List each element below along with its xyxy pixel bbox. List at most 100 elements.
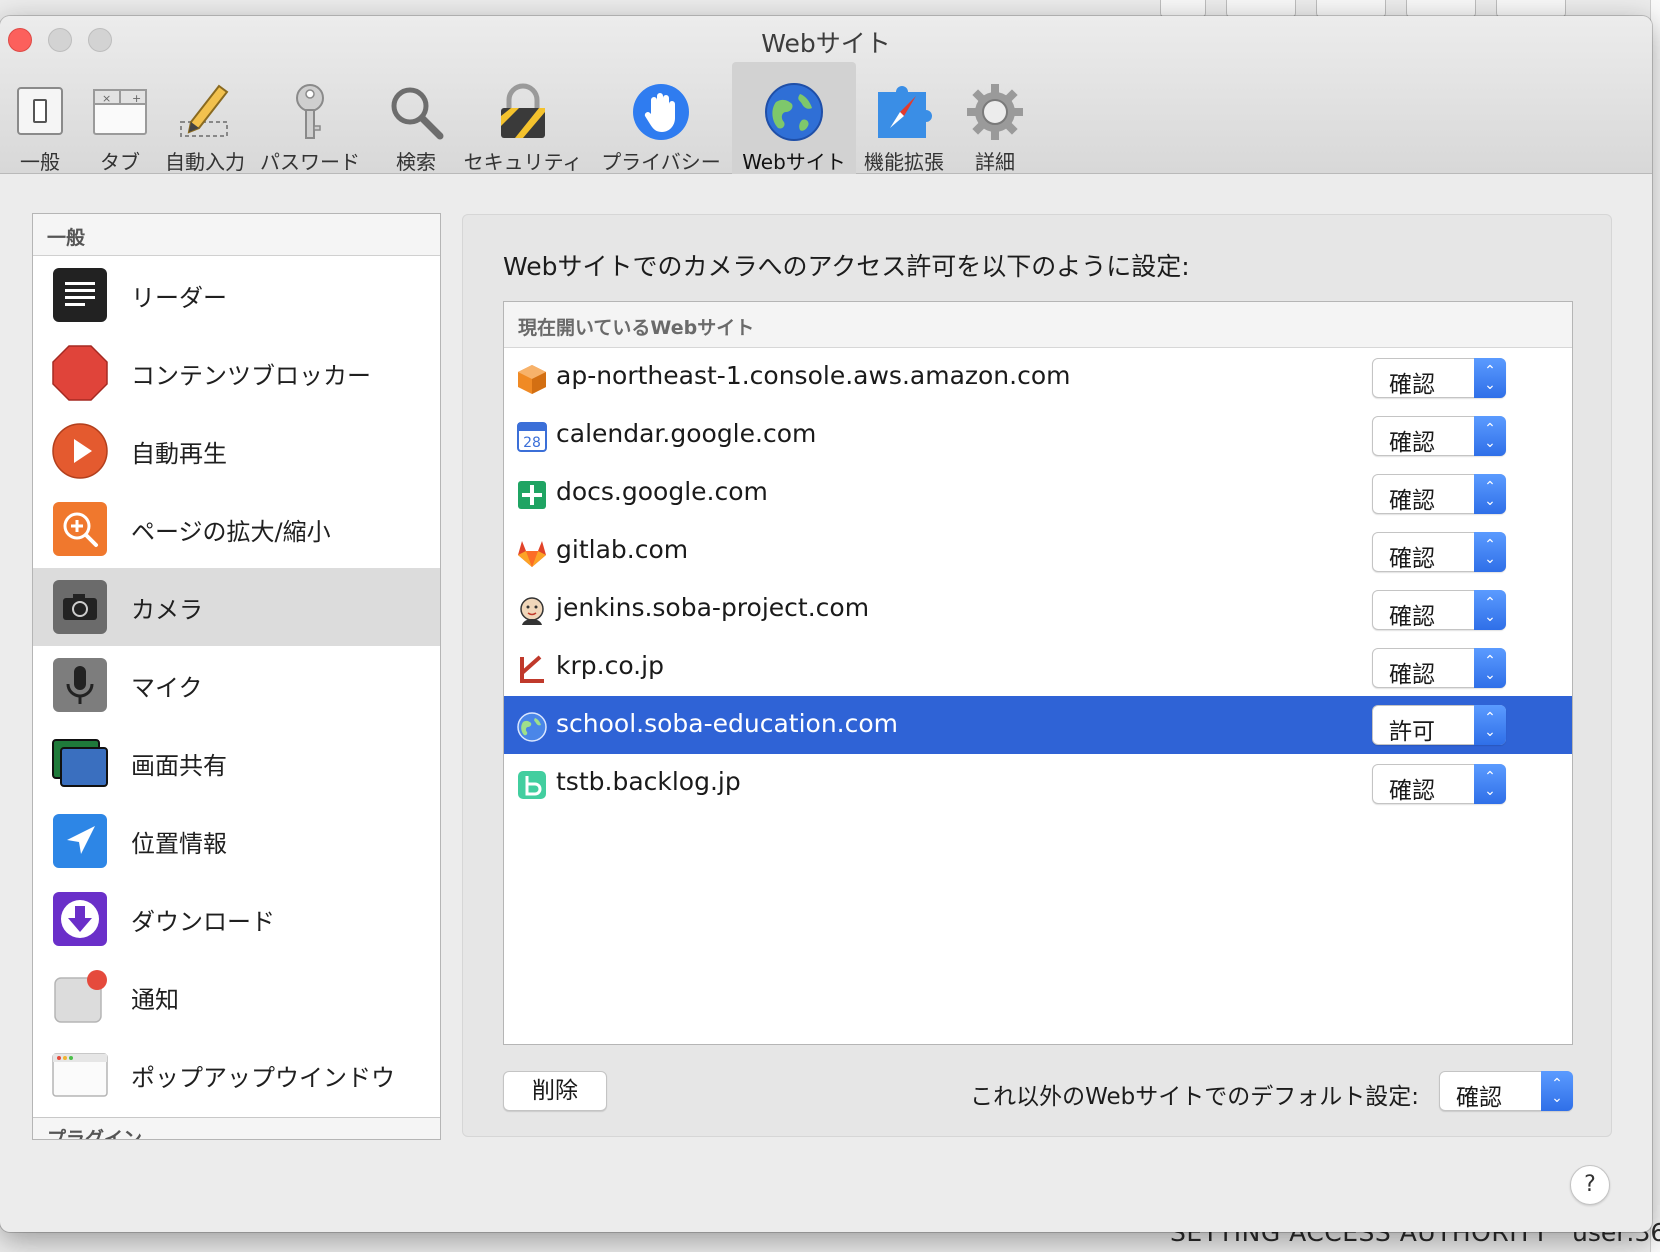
download-icon [53, 892, 107, 946]
tab-label: 自動入力 [165, 150, 245, 174]
tab-label: タブ [100, 150, 140, 174]
tab-extensions[interactable]: 機能拡張 [856, 62, 952, 174]
sidebar-item-screen-sharing[interactable]: 画面共有 [33, 724, 440, 802]
site-domain: school.soba-education.com [556, 709, 899, 738]
chevron-updown-icon: ⌃ ⌄ [1474, 764, 1506, 804]
site-row[interactable]: gitlab.com 確認 ⌃ ⌄ [504, 522, 1572, 580]
site-domain: krp.co.jp [556, 651, 664, 680]
delete-button[interactable]: 削除 [503, 1071, 607, 1111]
key-icon [296, 84, 324, 139]
site-domain: jenkins.soba-project.com [556, 593, 870, 622]
reader-icon [53, 268, 107, 322]
site-row[interactable]: 28 calendar.google.com 確認 ⌃ ⌄ [504, 406, 1572, 464]
sidebar-item-label: 画面共有 [131, 751, 227, 780]
tab-autofill[interactable]: 自動入力 [160, 62, 250, 174]
default-permission-value: 確認 [1456, 1085, 1502, 1111]
site-row[interactable]: krp.co.jp 確認 ⌃ ⌄ [504, 638, 1572, 696]
sidebar-item-label: コンテンツブロッカー [131, 361, 371, 390]
notification-icon [54, 970, 107, 1023]
site-permission-select[interactable]: 許可 ⌃ ⌄ [1372, 705, 1506, 745]
site-permission-value: 確認 [1389, 604, 1435, 630]
sidebar-item-location[interactable]: 位置情報 [33, 802, 440, 880]
site-permission-select[interactable]: 確認 ⌃ ⌄ [1372, 474, 1506, 514]
tab-websites[interactable]: Webサイト [732, 62, 856, 174]
help-button[interactable]: ? [1570, 1165, 1610, 1205]
google-sheets-icon [518, 481, 546, 509]
stop-sign-icon [52, 345, 108, 401]
site-permission-select[interactable]: 確認 ⌃ ⌄ [1372, 358, 1506, 398]
tab-label: 一般 [20, 150, 60, 174]
tab-label: Webサイト [742, 150, 846, 174]
default-permission-select[interactable]: 確認 ⌃ ⌄ [1439, 1071, 1573, 1111]
sidebar-item-reader[interactable]: リーダー [33, 256, 440, 334]
sidebar-item-microphone[interactable]: マイク [33, 646, 440, 724]
tab-label: セキュリティ [463, 150, 583, 174]
site-permission-select[interactable]: 確認 ⌃ ⌄ [1372, 648, 1506, 688]
krp-icon [520, 655, 544, 683]
sidebar-item-label: ページの拡大/縮小 [131, 517, 331, 546]
site-permission-value: 許可 [1389, 719, 1435, 745]
titlebar: Webサイト 一般 × + タブ 自動入力 パスワード 検索 セキュリティ プラ… [0, 16, 1652, 174]
site-domain: docs.google.com [556, 477, 768, 506]
zoom-icon [53, 502, 107, 556]
tab-passwords[interactable]: パスワード [250, 62, 370, 174]
chevron-updown-icon: ⌃ ⌄ [1474, 648, 1506, 688]
sidebar-item-popup-windows[interactable]: ポップアップウインドウ [33, 1036, 440, 1114]
screen-share-icon [52, 739, 108, 787]
sidebar-item-downloads[interactable]: ダウンロード [33, 880, 440, 958]
calendar-icon: 28 [517, 422, 547, 452]
sidebar-item-label: カメラ [131, 595, 203, 624]
tabs-icon: × + [93, 89, 147, 135]
window-title: Webサイト [761, 29, 891, 58]
site-permission-select[interactable]: 確認 ⌃ ⌄ [1372, 764, 1506, 804]
site-permission-value: 確認 [1389, 488, 1435, 514]
site-row-selected[interactable]: school.soba-education.com 許可 ⌃ ⌄ [504, 696, 1572, 754]
globe-icon [517, 712, 547, 742]
site-row[interactable]: docs.google.com 確認 ⌃ ⌄ [504, 464, 1572, 522]
sidebar-section-general: 一般 [33, 214, 440, 256]
site-row[interactable]: jenkins.soba-project.com 確認 ⌃ ⌄ [504, 580, 1572, 638]
gear-icon [967, 84, 1023, 140]
tab-tabs[interactable]: × + タブ [80, 62, 160, 174]
websites-list-header: 現在開いているWebサイト [504, 302, 1572, 348]
sidebar-item-label: ポップアップウインドウ [131, 1063, 395, 1092]
sidebar-item-camera[interactable]: カメラ [33, 568, 440, 646]
backlog-icon [518, 771, 546, 799]
site-row[interactable]: tstb.backlog.jp 確認 ⌃ ⌄ [504, 754, 1572, 812]
site-domain: gitlab.com [556, 535, 689, 564]
tab-label: パスワード [260, 150, 360, 174]
site-permission-value: 確認 [1389, 778, 1435, 804]
site-permission-value: 確認 [1389, 430, 1435, 456]
sidebar-item-content-blockers[interactable]: コンテンツブロッカー [33, 334, 440, 412]
general-switch-icon [17, 87, 63, 135]
chevron-updown-icon: ⌃ ⌄ [1474, 358, 1506, 398]
sidebar[interactable]: 一般 リーダー コンテンツブロッカー 自動再生 ページの拡大/縮小 カメラ マイ… [32, 213, 441, 1140]
tab-label: プライバシー [601, 150, 721, 174]
sidebar-item-label: 通知 [131, 985, 179, 1014]
sidebar-item-notifications[interactable]: 通知 [33, 958, 440, 1036]
pencil-icon [180, 84, 229, 137]
tab-security[interactable]: セキュリティ [462, 62, 584, 174]
site-permission-select[interactable]: 確認 ⌃ ⌄ [1372, 590, 1506, 630]
tab-label: 機能拡張 [864, 150, 944, 174]
websites-list[interactable]: 現在開いているWebサイト ap-northeast-1.console.aws… [503, 301, 1573, 1045]
popup-window-icon [52, 1053, 108, 1097]
site-permission-select[interactable]: 確認 ⌃ ⌄ [1372, 532, 1506, 572]
website-settings-panel: Webサイトでのカメラへのアクセス許可を以下のように設定: 現在開いているWeb… [462, 214, 1612, 1137]
preferences-window: Webサイト 一般 × + タブ 自動入力 パスワード 検索 セキュリティ プラ… [0, 16, 1652, 1232]
svg-text:×: × [102, 92, 111, 105]
tab-advanced[interactable]: 詳細 [952, 62, 1038, 174]
site-domain: calendar.google.com [556, 419, 817, 448]
tab-search[interactable]: 検索 [370, 62, 462, 174]
tab-general[interactable]: 一般 [0, 62, 80, 174]
sidebar-item-label: 位置情報 [131, 829, 227, 858]
tab-privacy[interactable]: プライバシー [596, 62, 726, 174]
sidebar-item-autoplay[interactable]: 自動再生 [33, 412, 440, 490]
camera-icon [53, 580, 107, 634]
site-permission-select[interactable]: 確認 ⌃ ⌄ [1372, 416, 1506, 456]
site-permission-value: 確認 [1389, 372, 1435, 398]
sidebar-item-page-zoom[interactable]: ページの拡大/縮小 [33, 490, 440, 568]
site-permission-value: 確認 [1389, 546, 1435, 572]
site-row[interactable]: ap-northeast-1.console.aws.amazon.com 確認… [504, 348, 1572, 406]
camera-permission-prompt: Webサイトでのカメラへのアクセス許可を以下のように設定: [503, 252, 1190, 281]
